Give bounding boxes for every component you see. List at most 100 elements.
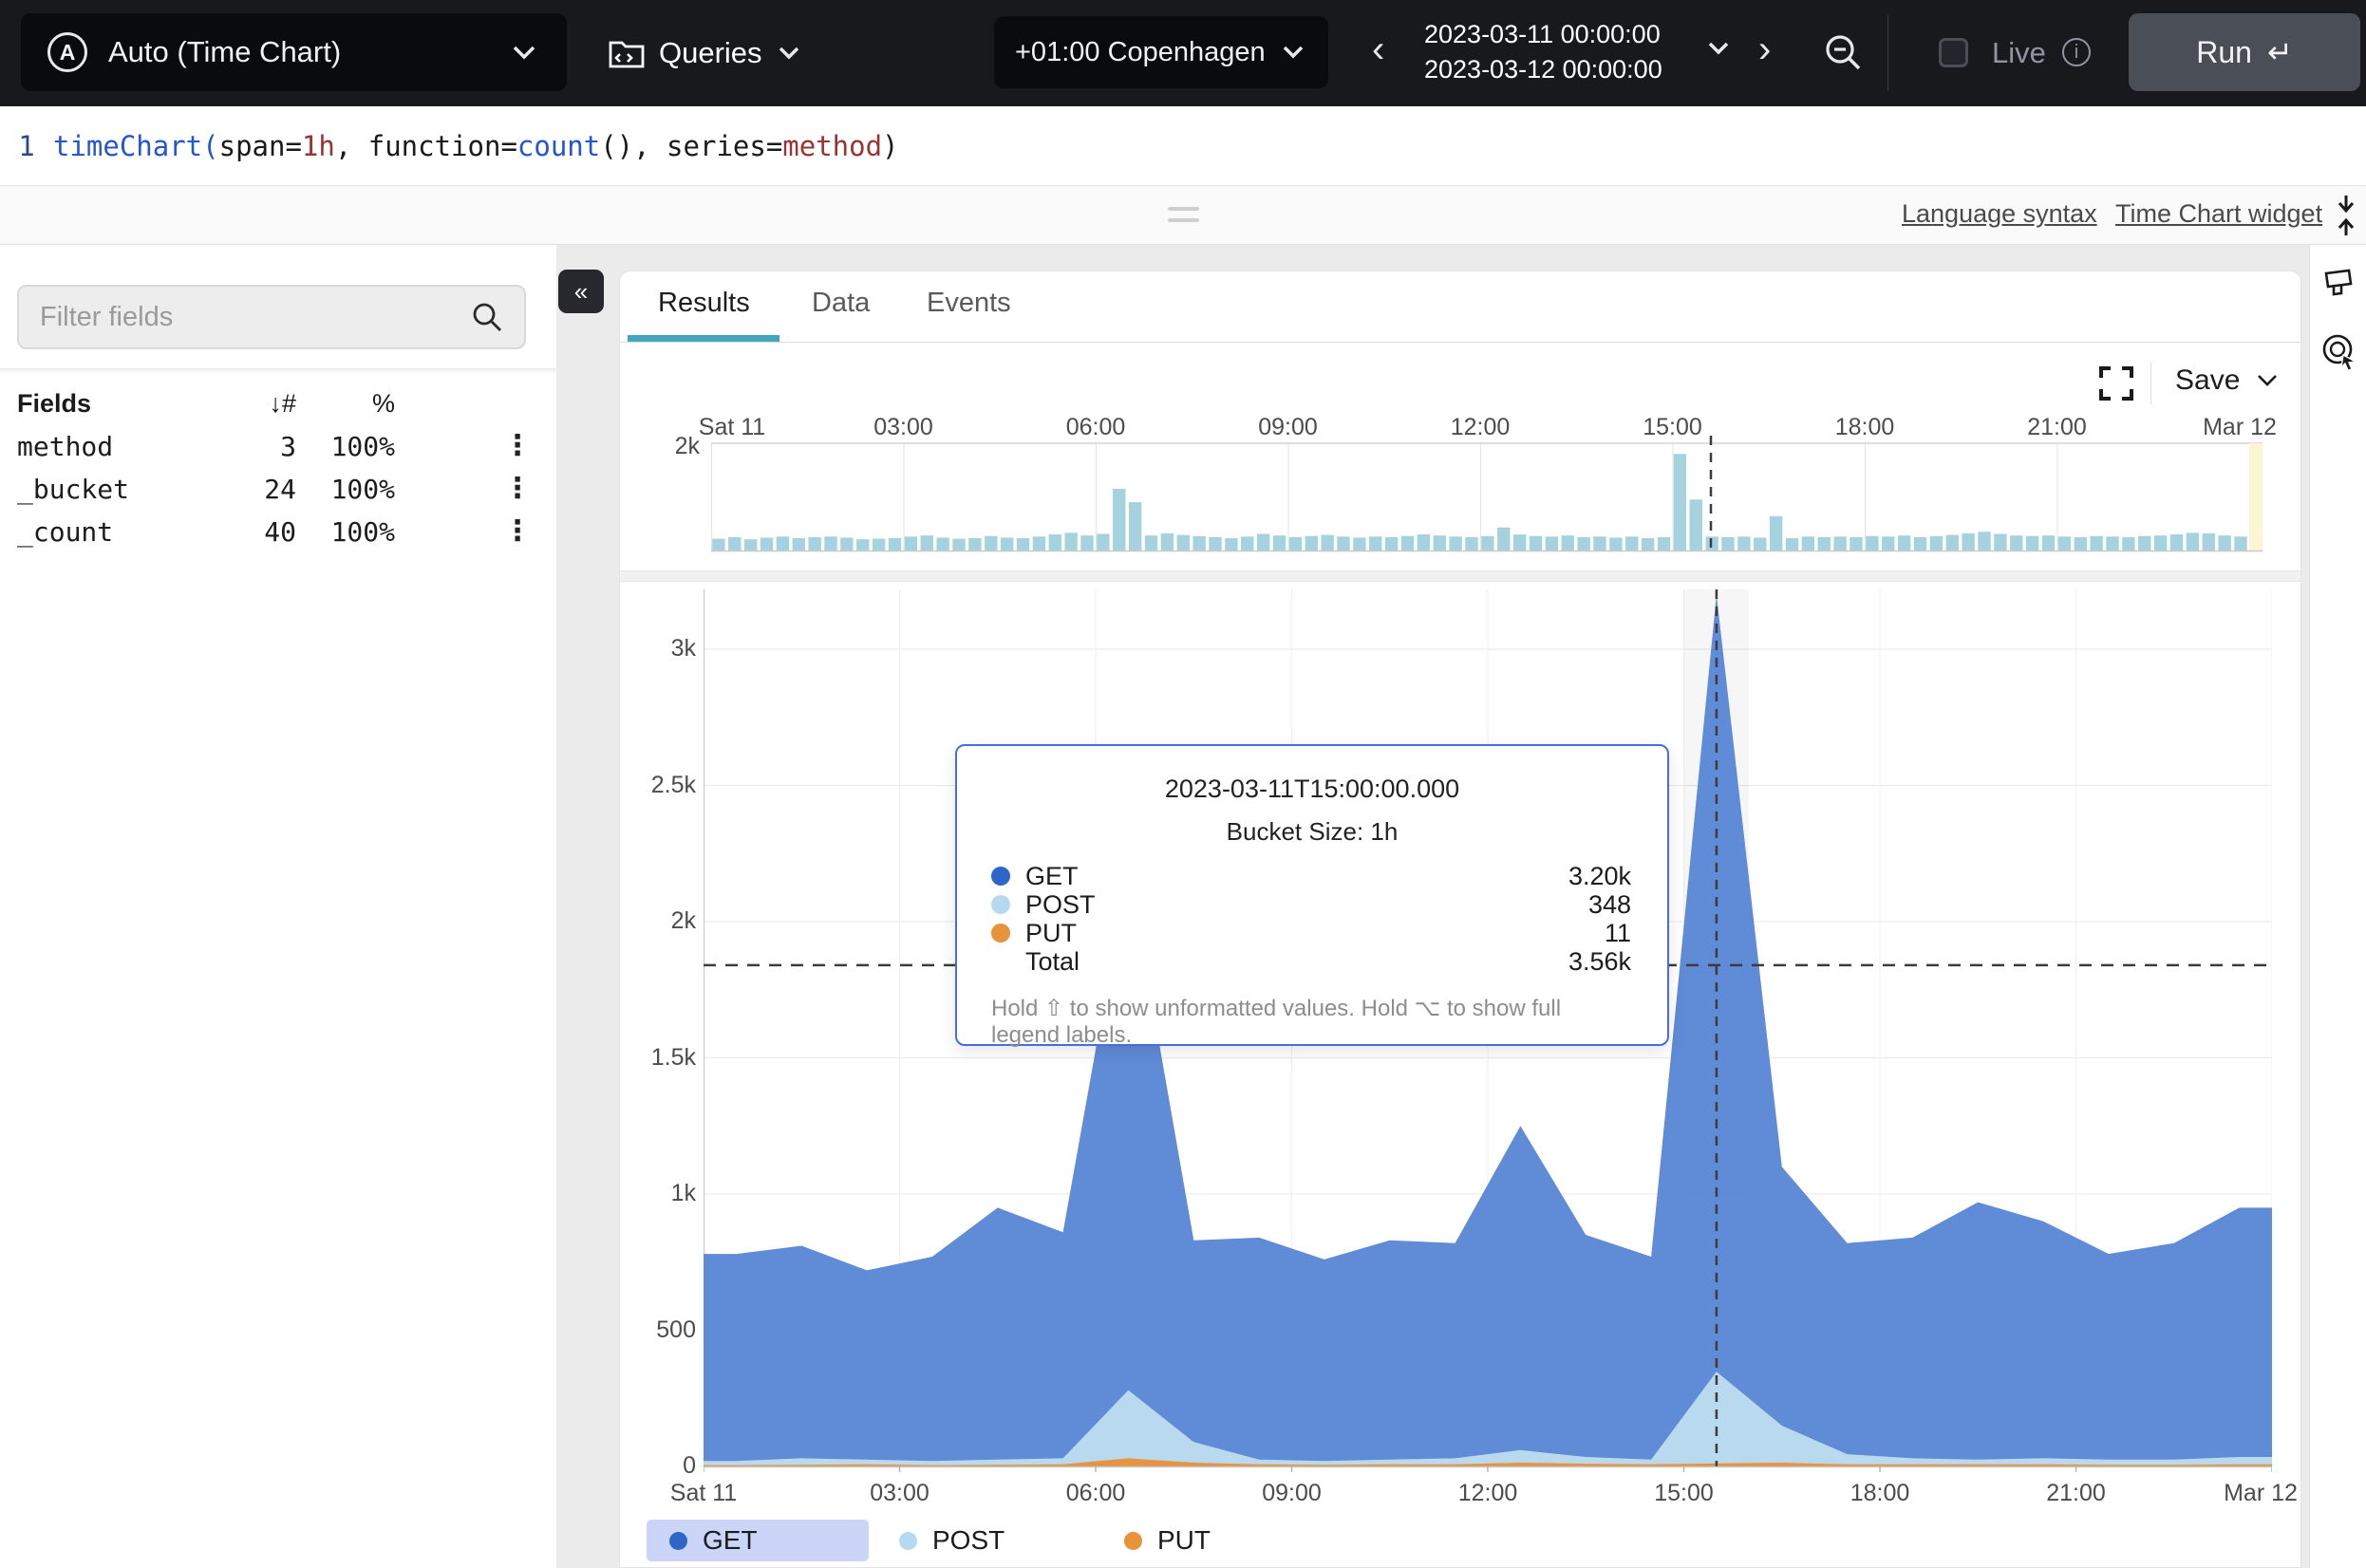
mini-bar[interactable] (840, 537, 853, 551)
mini-bar[interactable] (1001, 537, 1013, 551)
info-icon[interactable]: i (2062, 38, 2091, 66)
mini-bar[interactable] (1434, 535, 1446, 551)
legend-item-get[interactable]: GET (647, 1520, 869, 1561)
mini-bar[interactable] (808, 537, 820, 551)
mini-histogram[interactable] (711, 421, 2263, 564)
query-editor[interactable]: 1 timeChart(span=1h, function=count(), s… (0, 106, 2366, 186)
mini-bar[interactable] (1161, 533, 1174, 551)
mini-bar[interactable] (2090, 536, 2102, 551)
mini-bar[interactable] (2106, 536, 2118, 551)
filter-fields-input[interactable] (40, 302, 471, 333)
mini-bar[interactable] (1802, 536, 1814, 551)
time-back-button[interactable]: ‹ (1372, 28, 1384, 71)
mini-bar[interactable] (1658, 537, 1670, 551)
mini-bar[interactable] (1898, 535, 1910, 551)
mini-bar[interactable] (1465, 537, 1477, 551)
timezone-button[interactable]: +01:00 Copenhagen (994, 16, 1328, 88)
mini-bar[interactable] (1530, 536, 1542, 551)
mini-bar[interactable] (1642, 538, 1654, 551)
mini-bar[interactable] (856, 539, 869, 551)
mini-bar[interactable] (905, 536, 917, 551)
mini-bar[interactable] (2075, 537, 2087, 551)
time-range-selector[interactable]: 2023-03-11 00:00:00 2023-03-12 00:00:00 (1424, 17, 1699, 87)
mini-bar[interactable] (873, 539, 885, 551)
mini-bar[interactable] (968, 538, 981, 551)
mini-bar[interactable] (1994, 533, 2006, 551)
mini-bar[interactable] (1674, 454, 1686, 551)
mini-bar[interactable] (1754, 537, 1766, 551)
legend-item-put[interactable]: PUT (1124, 1520, 1211, 1561)
mini-bar[interactable] (824, 536, 836, 551)
mini-bar[interactable] (2042, 535, 2055, 551)
mini-bar[interactable] (1401, 536, 1414, 551)
mini-bar[interactable] (952, 539, 965, 551)
mini-bar[interactable] (1978, 532, 1990, 551)
mini-bar[interactable] (2154, 535, 2167, 551)
mini-bar[interactable] (2026, 536, 2038, 551)
mini-bar[interactable] (1497, 528, 1510, 551)
mini-bar[interactable] (1562, 535, 1574, 551)
mini-bar[interactable] (2234, 536, 2246, 551)
sidebar-collapse-button[interactable]: « (558, 270, 604, 313)
mini-bar[interactable] (1273, 535, 1286, 551)
mini-bar[interactable] (1593, 536, 1606, 551)
mini-bar[interactable] (1625, 536, 1638, 551)
filter-fields-box[interactable] (17, 285, 526, 349)
mini-bar[interactable] (936, 537, 948, 551)
field-menu-kebab-icon[interactable]: ⋮ (503, 472, 532, 505)
mini-bar[interactable] (1546, 536, 1558, 551)
tab-results[interactable]: Results (658, 288, 750, 319)
field-menu-kebab-icon[interactable]: ⋮ (503, 514, 532, 548)
mini-bar[interactable] (985, 536, 997, 551)
mini-bar[interactable] (1385, 537, 1398, 551)
mini-bar[interactable] (2187, 532, 2199, 551)
mini-bar[interactable] (889, 538, 901, 551)
mini-bar[interactable] (2010, 535, 2022, 551)
time-forward-button[interactable]: › (1758, 28, 1771, 71)
mini-bar[interactable] (1609, 537, 1622, 551)
mini-bar[interactable] (2122, 537, 2134, 551)
mini-bar[interactable] (1241, 536, 1253, 551)
mini-bar[interactable] (712, 539, 724, 551)
mini-bar[interactable] (1866, 536, 1878, 551)
mini-bar[interactable] (1418, 534, 1430, 551)
mini-bar[interactable] (1914, 537, 1926, 551)
mini-bar[interactable] (2138, 536, 2150, 551)
mini-bar[interactable] (1192, 536, 1205, 551)
mini-bar[interactable] (1289, 537, 1302, 551)
mini-bar[interactable] (1481, 536, 1493, 551)
mini-bar[interactable] (1577, 537, 1589, 551)
mini-bar[interactable] (2218, 535, 2230, 551)
mini-bar[interactable] (1129, 502, 1141, 551)
legend-item-post[interactable]: POST (899, 1520, 1005, 1561)
mini-bar[interactable] (1337, 536, 1349, 551)
field-menu-kebab-icon[interactable]: ⋮ (503, 429, 532, 462)
mini-bar[interactable] (1177, 535, 1190, 551)
view-selector-button[interactable]: A Auto (Time Chart) (21, 13, 567, 91)
run-button[interactable]: Run ↵ (2129, 13, 2360, 91)
mini-bar[interactable] (1257, 533, 1269, 551)
mini-bar[interactable] (1097, 533, 1109, 551)
percent-header[interactable]: % (313, 389, 395, 419)
mini-bar[interactable] (1321, 535, 1333, 551)
query-code[interactable]: timeChart(span=1h, function=count(), ser… (53, 130, 899, 162)
mini-bar[interactable] (1930, 536, 1943, 551)
mini-bar[interactable] (1721, 537, 1734, 551)
mini-bar[interactable] (728, 537, 741, 551)
mini-bar[interactable] (1818, 537, 1831, 551)
resize-handle[interactable] (1168, 207, 1199, 230)
mini-bar[interactable] (1017, 538, 1029, 551)
mini-bar[interactable] (1962, 533, 1974, 551)
mini-bar[interactable] (1225, 538, 1237, 551)
widget-docs-link[interactable]: Time Chart widget (2115, 199, 2322, 229)
mini-bar[interactable] (1690, 499, 1702, 551)
count-sort-header[interactable]: ↓# (228, 389, 296, 419)
mini-bar[interactable] (2058, 536, 2071, 551)
mini-bar[interactable] (1946, 535, 1959, 551)
interact-target-icon[interactable] (2320, 332, 2358, 370)
tab-data[interactable]: Data (812, 288, 870, 319)
mini-bar[interactable] (744, 539, 757, 551)
tab-events[interactable]: Events (927, 288, 1011, 319)
queries-button[interactable]: Queries (608, 0, 802, 106)
collapse-vertical-icon[interactable] (2328, 194, 2364, 237)
